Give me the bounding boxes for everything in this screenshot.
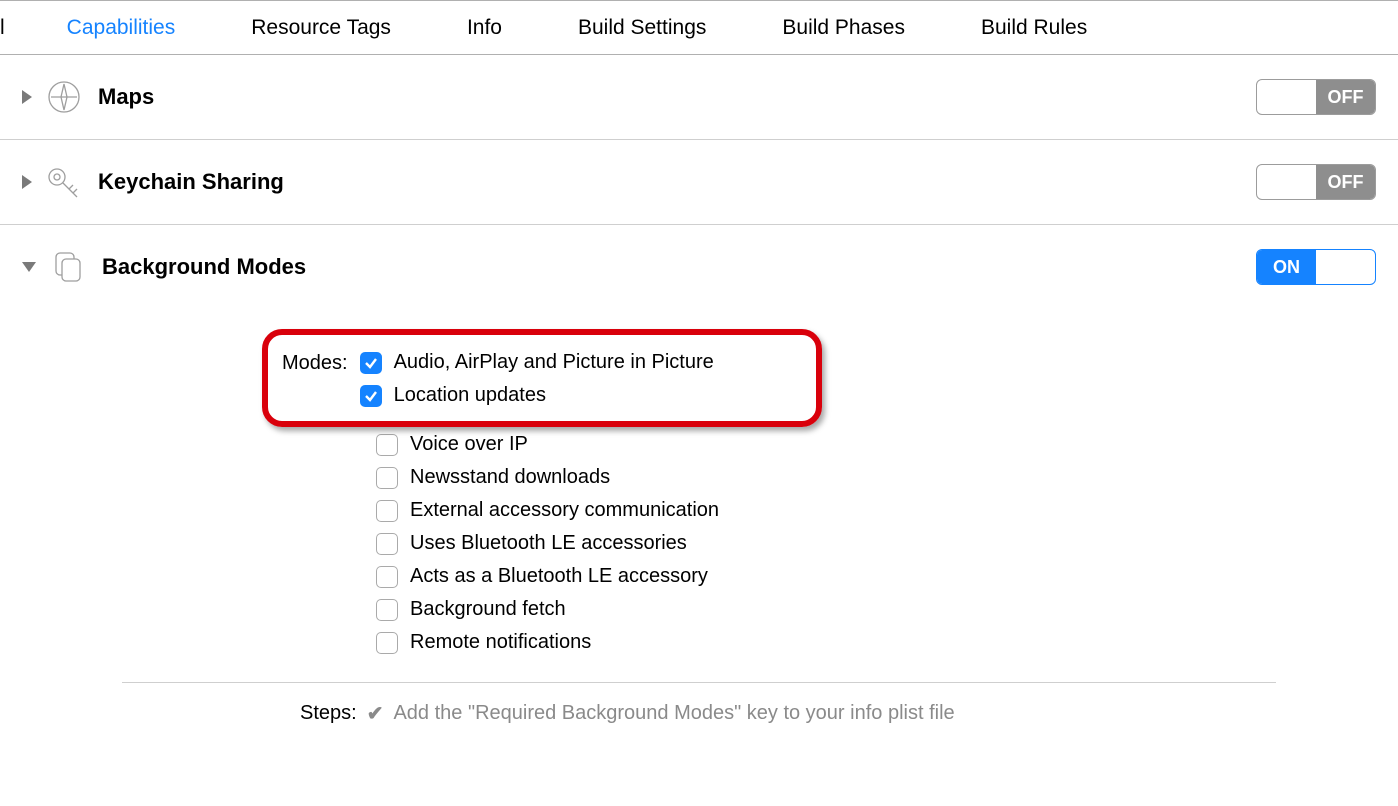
background-modes-body: Modes: Audio, AirPlay and Picture in Pic… <box>0 309 1398 736</box>
steps-text: Add the "Required Background Modes" key … <box>393 702 954 725</box>
checkbox[interactable] <box>376 599 398 621</box>
capability-row-background-modes: Background Modes ON <box>0 225 1398 309</box>
tab-build-rules[interactable]: Build Rules <box>943 16 1125 40</box>
mode-label: External accessory communication <box>410 499 719 522</box>
toggle-keychain[interactable]: OFF <box>1256 164 1376 200</box>
capability-title: Keychain Sharing <box>98 169 1256 195</box>
checkbox[interactable] <box>376 533 398 555</box>
steps-label: Steps: <box>300 702 357 725</box>
key-icon <box>44 162 84 202</box>
tab-capabilities[interactable]: Capabilities <box>29 16 214 40</box>
capability-row-keychain: Keychain Sharing OFF <box>0 140 1398 225</box>
divider <box>122 682 1276 683</box>
toggle-off-label: OFF <box>1316 165 1375 199</box>
tab-info[interactable]: Info <box>429 16 540 40</box>
mode-label: Newsstand downloads <box>410 466 610 489</box>
checkbox[interactable] <box>376 467 398 489</box>
disclosure-closed-icon[interactable] <box>22 90 32 104</box>
mode-item-voip: Voice over IP <box>376 433 1376 456</box>
tab-build-phases[interactable]: Build Phases <box>744 16 943 40</box>
highlight-callout: Modes: Audio, AirPlay and Picture in Pic… <box>262 329 822 427</box>
mode-label: Background fetch <box>410 598 566 621</box>
mode-item-bt-le-accessory: Acts as a Bluetooth LE accessory <box>376 565 1376 588</box>
checkbox[interactable] <box>376 566 398 588</box>
mode-item-newsstand: Newsstand downloads <box>376 466 1376 489</box>
checkbox[interactable] <box>376 632 398 654</box>
tabbar: l Capabilities Resource Tags Info Build … <box>0 1 1398 55</box>
mode-label: Audio, AirPlay and Picture in Picture <box>394 351 714 374</box>
toggle-on-label: ON <box>1257 250 1316 284</box>
capability-title: Background Modes <box>102 254 1256 280</box>
mode-item-audio: Audio, AirPlay and Picture in Picture <box>360 351 714 374</box>
toggle-off-label: OFF <box>1316 80 1375 114</box>
mode-item-external-accessory: External accessory communication <box>376 499 1376 522</box>
disclosure-closed-icon[interactable] <box>22 175 32 189</box>
checkbox[interactable] <box>360 385 382 407</box>
checkbox[interactable] <box>376 434 398 456</box>
mode-label: Remote notifications <box>410 631 591 654</box>
tab-resource-tags[interactable]: Resource Tags <box>213 16 429 40</box>
capability-row-maps: Maps OFF <box>0 55 1398 140</box>
steps-row: Steps: ✔ Add the "Required Background Mo… <box>300 701 1376 736</box>
mode-item-location: Location updates <box>360 384 714 407</box>
disclosure-open-icon[interactable] <box>22 262 36 272</box>
mode-label: Location updates <box>394 384 546 407</box>
mode-item-bt-accessories: Uses Bluetooth LE accessories <box>376 532 1376 555</box>
modes-label: Modes: <box>282 351 348 375</box>
capability-title: Maps <box>98 84 1256 110</box>
mode-item-background-fetch: Background fetch <box>376 598 1376 621</box>
checkmark-icon: ✔ <box>367 701 384 726</box>
mode-label: Voice over IP <box>410 433 528 456</box>
mode-label: Acts as a Bluetooth LE accessory <box>410 565 708 588</box>
mode-item-remote-notifications: Remote notifications <box>376 631 1376 654</box>
checkbox[interactable] <box>360 352 382 374</box>
toggle-maps[interactable]: OFF <box>1256 79 1376 115</box>
toggle-background-modes[interactable]: ON <box>1256 249 1376 285</box>
documents-icon <box>48 247 88 287</box>
tab-build-settings[interactable]: Build Settings <box>540 16 744 40</box>
compass-icon <box>44 77 84 117</box>
checkbox[interactable] <box>376 500 398 522</box>
mode-label: Uses Bluetooth LE accessories <box>410 532 687 555</box>
tab-cutoff[interactable]: l <box>0 16 29 40</box>
